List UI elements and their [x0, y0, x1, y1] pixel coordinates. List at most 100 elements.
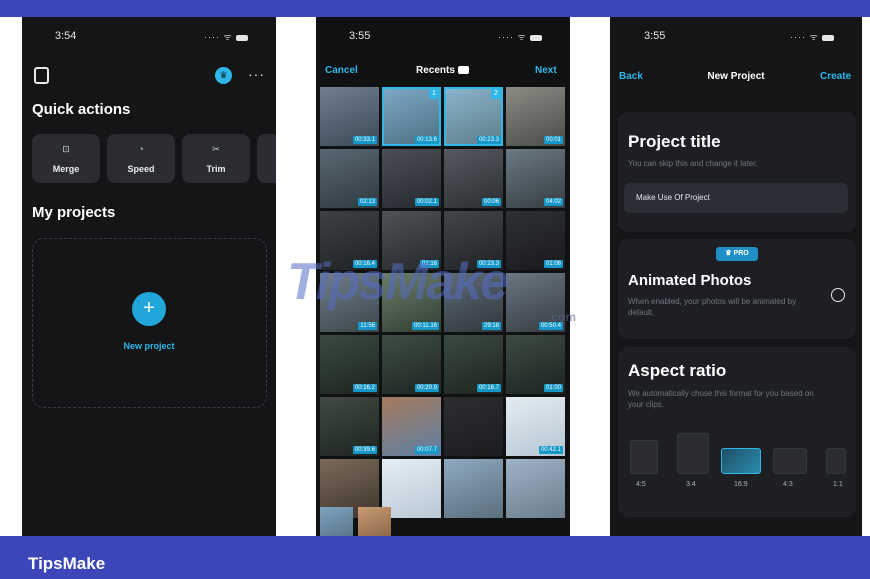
status-icons: ···· ᯤ	[790, 30, 834, 43]
create-button[interactable]: Create	[820, 71, 851, 82]
new-project-label[interactable]: New project	[22, 341, 276, 351]
media-thumbnail[interactable]	[444, 397, 503, 456]
speed-button[interactable]: ◔ Speed	[107, 134, 175, 183]
duration-label: 00:20.9	[414, 384, 439, 392]
scissors-icon: ✂	[212, 144, 220, 154]
duration-label: 00:07.7	[414, 446, 439, 454]
edit-list-icon[interactable]	[34, 67, 49, 84]
duration-label: 01:00	[543, 384, 563, 392]
top-banner	[0, 0, 870, 17]
duration-label: 00:23.3	[476, 136, 501, 144]
crown-icon[interactable]: ♛	[215, 67, 232, 84]
merge-button[interactable]: ⊡ Merge	[32, 134, 100, 183]
aspect-ratio-card: Aspect ratio We automatically chose this…	[618, 347, 856, 517]
speed-icon: ◔	[138, 144, 144, 154]
battery-icon	[821, 34, 834, 41]
merge-label: Merge	[52, 164, 80, 174]
media-thumbnail[interactable]: 00:20.9	[382, 335, 441, 394]
more-icon[interactable]: ···	[248, 66, 265, 82]
media-thumbnail[interactable]: 01:06	[506, 211, 565, 270]
media-thumbnail[interactable]: 02:13	[320, 149, 379, 208]
speed-label: Speed	[127, 164, 155, 174]
my-projects-title: My projects	[32, 204, 116, 221]
media-thumbnail[interactable]	[444, 459, 503, 518]
ratio-option-1-1[interactable]	[826, 448, 846, 474]
project-title-card: Project title You can skip this and chan…	[618, 112, 856, 232]
status-icons: ···· ᯤ	[498, 30, 542, 43]
ratio-option-4-3[interactable]	[773, 448, 807, 474]
media-thumbnail[interactable]: 00:01	[506, 87, 565, 146]
status-time: 3:54	[55, 30, 77, 42]
project-title-field[interactable]: Make Use Of Project	[624, 183, 848, 213]
duration-label: 02:13	[357, 198, 377, 206]
phone-home-screen: 3:54 ···· ᯤ ♛ ··· Quick actions ⊡ Merge …	[22, 17, 276, 536]
pro-badge: ♛ PRO	[716, 247, 758, 261]
media-thumbnail[interactable]: 00:02.1	[382, 149, 441, 208]
project-title-heading: Project title	[628, 132, 721, 151]
recents-label: Recents	[416, 65, 455, 76]
media-thumbnail[interactable]: 00:07.7	[382, 397, 441, 456]
duration-label: 00:39.6	[352, 446, 377, 454]
duration-label: 04:02	[543, 198, 563, 206]
trim-button[interactable]: ✂ Trim	[182, 134, 250, 183]
ratio-label: 1:1	[833, 481, 843, 488]
cancel-button[interactable]: Cancel	[325, 65, 358, 76]
ratio-option-16-9[interactable]	[721, 448, 761, 474]
media-thumbnail[interactable]: 00:06	[444, 149, 503, 208]
watermark-text: TipsMake	[287, 253, 509, 311]
project-title-value: Make Use Of Project	[636, 193, 710, 202]
project-title-sub: You can skip this and change it later.	[628, 159, 758, 168]
media-thumbnail[interactable]: 00:13.6 1	[382, 87, 441, 146]
phone-new-project: 3:55 ···· ᯤ Back New Project Create Proj…	[610, 17, 862, 536]
duration-label: 01:06	[543, 260, 563, 268]
media-thumbnail[interactable]: 00:16.2	[320, 335, 379, 394]
selection-number: 2	[491, 89, 501, 99]
duration-label: 29:18	[481, 322, 501, 330]
duration-label: 00:16.7	[476, 384, 501, 392]
media-thumbnail[interactable]: 00:42.1	[506, 397, 565, 456]
trim-label: Trim	[206, 164, 226, 174]
media-thumbnail[interactable]: 00:23.3 2	[444, 87, 503, 146]
media-thumbnail[interactable]: 01:00	[506, 335, 565, 394]
more-actions-button[interactable]	[257, 134, 276, 183]
quick-actions-title: Quick actions	[32, 101, 131, 118]
status-time: 3:55	[349, 30, 371, 42]
media-thumbnail[interactable]: 00:33.1	[320, 87, 379, 146]
animated-photos-sub: When enabled, your photos will be animat…	[628, 297, 797, 317]
ratio-label: 4:3	[783, 481, 793, 488]
media-thumbnail[interactable]: 04:02	[506, 149, 565, 208]
duration-label: 00:11.16	[412, 322, 439, 330]
battery-icon	[235, 34, 248, 41]
media-thumbnail[interactable]	[506, 459, 565, 518]
next-button[interactable]: Next	[535, 65, 557, 76]
status-icons: ···· ᯤ	[204, 30, 248, 43]
recents-dropdown[interactable]: Recents	[416, 65, 469, 76]
duration-label: 00:01	[543, 136, 563, 144]
media-thumbnail[interactable]: 00:16.7	[444, 335, 503, 394]
add-project-button[interactable]: +	[132, 292, 166, 326]
animated-photos-heading: Animated Photos	[628, 272, 752, 289]
animated-photos-toggle[interactable]	[831, 288, 845, 302]
merge-icon: ⊡	[62, 144, 70, 154]
duration-label: 00:42.1	[538, 446, 563, 454]
duration-label: 00:13.6	[414, 136, 439, 144]
media-thumbnail[interactable]: 00:09.3	[358, 507, 391, 536]
duration-label: 00:33.1	[352, 136, 377, 144]
media-thumbnail[interactable]: 00:39.6	[320, 397, 379, 456]
chevron-down-icon	[457, 66, 469, 75]
ratio-label: 3:4	[686, 481, 696, 488]
brand-label: TipsMake	[28, 554, 106, 573]
ratio-option-4-5[interactable]	[630, 440, 658, 474]
ratio-label: 16:9	[734, 481, 748, 488]
selection-number: 1	[429, 89, 439, 99]
status-time: 3:55	[644, 30, 666, 42]
ratio-option-3-4[interactable]	[677, 433, 709, 474]
battery-icon	[529, 34, 542, 41]
pro-label: PRO	[733, 250, 749, 257]
watermark-suffix: .com	[548, 310, 577, 324]
aspect-ratio-heading: Aspect ratio	[628, 361, 727, 380]
bottom-banner	[0, 536, 870, 579]
duration-label: 00:16.2	[352, 384, 377, 392]
aspect-ratio-sub: We automatically chose this format for y…	[628, 389, 814, 409]
media-thumbnail[interactable]: 00:15.4	[320, 507, 353, 536]
